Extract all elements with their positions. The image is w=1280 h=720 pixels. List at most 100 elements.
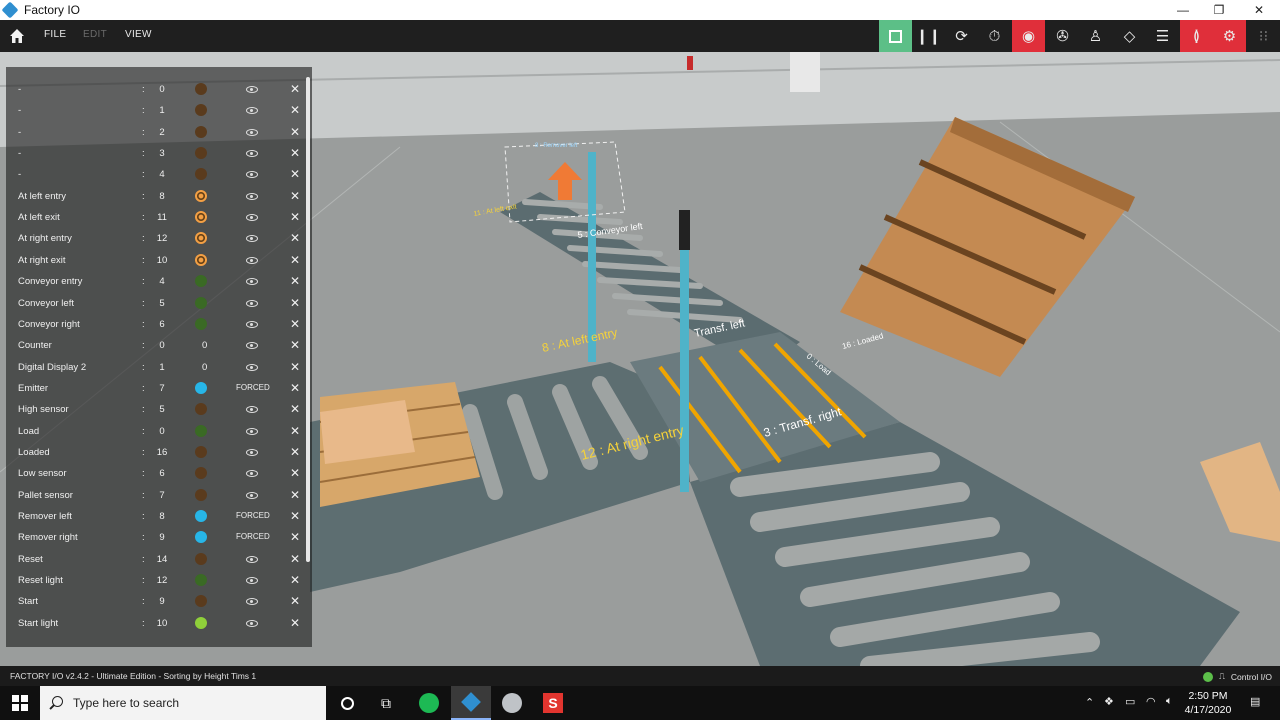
visibility-icon[interactable] [246, 363, 258, 371]
remove-tag-icon[interactable]: ✕ [290, 167, 300, 181]
clock[interactable]: 2:50 PM 4/17/2020 [1178, 689, 1238, 717]
visibility-icon[interactable] [246, 491, 258, 499]
tag-state-icon[interactable] [195, 616, 207, 629]
tag-row[interactable]: Reset light:12 ✕ [6, 570, 306, 591]
remove-tag-icon[interactable]: ✕ [290, 360, 300, 374]
dropbox-icon[interactable]: ❖ [1104, 695, 1114, 708]
visibility-icon[interactable] [246, 342, 258, 350]
tag-row[interactable]: At right exit:10 ✕ [6, 250, 306, 271]
tag-row[interactable]: -: 4 ✕ [6, 164, 306, 185]
tag-row[interactable]: -: 0 ✕ [6, 79, 306, 100]
visibility-icon[interactable] [246, 619, 258, 627]
tag-state-icon[interactable] [195, 445, 207, 458]
visibility-icon[interactable] [246, 256, 258, 264]
remove-tag-icon[interactable]: ✕ [290, 594, 300, 608]
visibility-icon[interactable] [246, 278, 258, 286]
visibility-icon[interactable] [246, 150, 258, 158]
timer-button[interactable]: ⏱ [978, 20, 1011, 52]
visibility-icon[interactable] [246, 406, 258, 414]
tag-row[interactable]: Conveyor entry: 4 ✕ [6, 271, 306, 292]
remove-tag-icon[interactable]: ✕ [290, 466, 300, 480]
remove-tag-icon[interactable]: ✕ [290, 402, 300, 416]
visibility-icon[interactable] [246, 320, 258, 328]
tag-value[interactable]: 0 [202, 340, 207, 351]
tag-state-icon[interactable] [195, 211, 207, 224]
remove-tag-icon[interactable]: ✕ [290, 616, 300, 630]
visibility-icon[interactable] [246, 555, 258, 563]
remove-tag-icon[interactable]: ✕ [290, 210, 300, 224]
visibility-icon[interactable] [246, 235, 258, 243]
edit-mode-button[interactable] [879, 20, 912, 52]
notifications-icon[interactable]: ▤ [1250, 695, 1260, 708]
codesys-taskbar[interactable] [492, 686, 532, 720]
tag-row[interactable]: High sensor: 5 ✕ [6, 399, 306, 420]
tag-row[interactable]: Pallet sensor: 7 ✕ [6, 485, 306, 506]
tag-state-icon[interactable] [195, 552, 207, 565]
factory-io-taskbar[interactable] [451, 686, 491, 720]
tag-row[interactable]: At right entry:12 ✕ [6, 228, 306, 249]
remove-tag-icon[interactable]: ✕ [290, 424, 300, 438]
remove-tag-icon[interactable]: ✕ [290, 573, 300, 587]
remove-tag-icon[interactable]: ✕ [290, 125, 300, 139]
close-window-button[interactable]: ✕ [1240, 0, 1278, 20]
remove-tag-icon[interactable]: ✕ [290, 530, 300, 544]
tag-row[interactable]: -: 3 ✕ [6, 143, 306, 164]
tag-row[interactable]: At left entry: 8 ✕ [6, 186, 306, 207]
tag-state-icon[interactable] [195, 232, 207, 245]
tag-state-icon[interactable] [195, 296, 207, 309]
grid-button[interactable]: ⁝⁝ [1247, 20, 1280, 52]
tag-state-icon[interactable] [195, 403, 207, 416]
camera-fly-button[interactable]: ✇ [1046, 20, 1079, 52]
remove-tag-icon[interactable]: ✕ [290, 231, 300, 245]
tag-state-icon[interactable] [195, 83, 207, 95]
remove-tag-icon[interactable]: ✕ [290, 317, 300, 331]
tag-row[interactable]: At left exit:11 ✕ [6, 207, 306, 228]
tag-state-icon[interactable] [195, 595, 207, 608]
tag-row[interactable]: Digital Display 2: 1 0 ✕ [6, 357, 306, 378]
tag-state-icon[interactable] [195, 275, 207, 288]
minimize-button[interactable]: — [1164, 0, 1202, 20]
visibility-icon[interactable] [246, 214, 258, 222]
tag-row[interactable]: Loaded:16 ✕ [6, 442, 306, 463]
camera-orbit-button[interactable]: ◉ [1012, 20, 1045, 52]
tag-state-icon[interactable] [195, 424, 207, 437]
cortana-button[interactable] [327, 686, 367, 720]
visibility-icon[interactable] [246, 128, 258, 136]
control-io-status[interactable]: ⎍ Control I/O [1202, 671, 1272, 682]
tag-state-icon[interactable] [195, 467, 207, 480]
remove-tag-icon[interactable]: ✕ [290, 488, 300, 502]
home-icon[interactable] [8, 27, 26, 45]
tags-button[interactable]: ☰ [1146, 20, 1179, 52]
start-button[interactable] [0, 686, 40, 720]
remove-tag-icon[interactable]: ✕ [290, 82, 300, 96]
remove-tag-icon[interactable]: ✕ [290, 274, 300, 288]
tag-row[interactable]: Start: 9 ✕ [6, 591, 306, 612]
sensors-button[interactable]: ≬ [1180, 20, 1213, 52]
remove-tag-icon[interactable]: ✕ [290, 253, 300, 267]
tag-row[interactable]: Conveyor right: 6 ✕ [6, 314, 306, 335]
menu-file[interactable]: FILE [44, 29, 66, 40]
remove-tag-icon[interactable]: ✕ [290, 296, 300, 310]
tag-state-icon[interactable] [195, 147, 207, 160]
tag-row[interactable]: Low sensor: 6 ✕ [6, 463, 306, 484]
remove-tag-icon[interactable]: ✕ [290, 146, 300, 160]
pause-button[interactable]: ❙❙ [912, 20, 945, 52]
menu-view[interactable]: VIEW [125, 29, 152, 40]
visibility-icon[interactable] [246, 577, 258, 585]
panel-scrollbar[interactable] [306, 77, 310, 562]
remove-tag-icon[interactable]: ✕ [290, 509, 300, 523]
task-view-button[interactable]: ⧉ [366, 686, 406, 720]
tag-value[interactable]: 0 [202, 362, 207, 373]
tag-state-icon[interactable] [195, 574, 207, 587]
volume-icon[interactable]: 🔈︎ [1166, 695, 1173, 708]
remove-tag-icon[interactable]: ✕ [290, 103, 300, 117]
tag-row[interactable]: Start light:10 ✕ [6, 613, 306, 634]
tag-row[interactable]: Remover left: 8 FORCED ✕ [6, 506, 306, 527]
remove-tag-icon[interactable]: ✕ [290, 189, 300, 203]
tag-state-icon[interactable] [195, 253, 207, 266]
tag-row[interactable]: Counter: 0 0 ✕ [6, 335, 306, 356]
battery-icon[interactable]: ▭ [1125, 695, 1135, 708]
tag-state-icon[interactable] [195, 168, 207, 181]
screencast-taskbar[interactable]: S [533, 686, 573, 720]
tag-row[interactable]: -: 1 ✕ [6, 100, 306, 121]
